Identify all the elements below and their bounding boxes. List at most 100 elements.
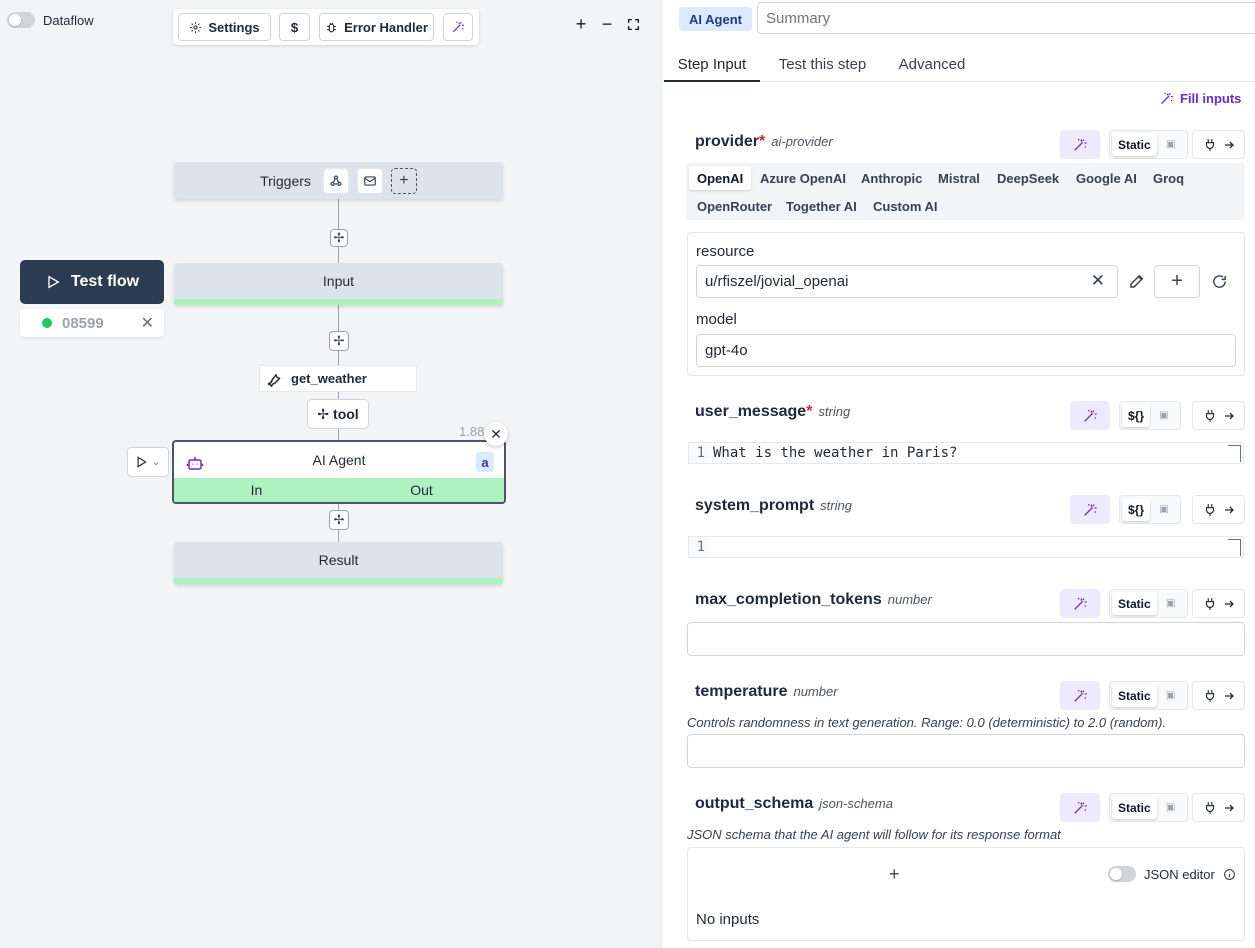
input-mode-toggle[interactable]: Static ▣ [1109, 589, 1188, 618]
tool-name: get_weather [291, 371, 367, 386]
provider-option[interactable]: OpenAI [689, 166, 752, 190]
ai-fill-button[interactable] [1060, 793, 1100, 822]
input-mode-toggle[interactable]: ${} ▣ [1119, 495, 1182, 524]
mode-javascript[interactable]: ▣ [1157, 796, 1185, 819]
field-type: string [818, 404, 851, 419]
field-type: ai-provider [771, 134, 833, 149]
resource-picker[interactable]: u/rfiszel/jovial_openai ✕ [696, 265, 1118, 298]
ai-fill-button[interactable] [1070, 495, 1110, 524]
close-icon: ✕ [490, 425, 502, 442]
mode-static[interactable]: Static [1112, 796, 1157, 819]
tab-step-input[interactable]: Step Input [664, 52, 760, 82]
input-mode-toggle[interactable]: Static ▣ [1109, 793, 1188, 822]
ai-fill-button[interactable] [1060, 681, 1100, 710]
tool-get-weather[interactable]: get_weather [259, 365, 417, 392]
insert-step-button[interactable]: ✢ [330, 229, 348, 247]
add-property-button[interactable]: + [889, 864, 900, 885]
ai-agent-node[interactable]: AI Agent a In Out [172, 440, 506, 504]
dataflow-toggle-group[interactable]: Dataflow [7, 12, 94, 28]
input-mode-toggle[interactable]: ${} ▣ [1119, 401, 1182, 430]
edit-resource-button[interactable] [1128, 272, 1146, 290]
mode-template[interactable]: ${} [1122, 404, 1151, 427]
connect-button[interactable] [1192, 681, 1245, 710]
input-mode-toggle[interactable]: Static ▣ [1109, 681, 1188, 710]
flow-canvas[interactable]: Dataflow Settings $ Error Handler + − Tr… [0, 0, 661, 948]
mode-template[interactable]: ${} [1122, 498, 1151, 521]
add-resource-button[interactable]: + [1154, 265, 1200, 298]
in-handle[interactable]: In [174, 478, 339, 502]
ai-fill-button[interactable] [1060, 589, 1100, 618]
system-prompt-editor[interactable]: 1 [688, 536, 1244, 558]
webhook-trigger-button[interactable] [322, 167, 349, 194]
tab-advanced[interactable]: Advanced [888, 52, 976, 82]
provider-option[interactable]: Custom AI [865, 194, 946, 218]
mode-javascript[interactable]: ▣ [1157, 592, 1185, 615]
bug-icon [325, 21, 338, 34]
provider-option[interactable]: Anthropic [853, 166, 930, 190]
ai-fill-button[interactable] [1070, 401, 1110, 430]
clear-icon[interactable]: ✕ [1091, 271, 1105, 291]
add-trigger-button[interactable]: + [390, 167, 417, 194]
plug-icon [1205, 409, 1214, 422]
input-mode-toggle[interactable]: Static ▣ [1109, 130, 1188, 159]
provider-option[interactable]: Google AI [1068, 166, 1145, 190]
error-handler-button[interactable]: Error Handler [319, 13, 434, 41]
max-tokens-input[interactable] [687, 622, 1245, 656]
temperature-input[interactable] [687, 734, 1245, 768]
provider-option[interactable]: DeepSeek [989, 166, 1067, 190]
provider-option[interactable]: OpenRouter [689, 194, 780, 218]
provider-option[interactable]: Together AI [778, 194, 865, 218]
connect-button[interactable] [1192, 793, 1245, 822]
test-flow-button[interactable]: Test flow [20, 260, 164, 304]
email-trigger-button[interactable] [356, 167, 383, 194]
magic-wand-icon [1074, 597, 1087, 610]
ai-assist-button[interactable] [443, 13, 473, 41]
mode-javascript[interactable]: ▣ [1150, 404, 1178, 427]
play-icon [45, 274, 61, 290]
provider-option[interactable]: Mistral [930, 166, 988, 190]
connect-button[interactable] [1192, 589, 1245, 618]
cost-button[interactable]: $ [279, 13, 310, 41]
triggers-node[interactable]: Triggers + [174, 162, 503, 199]
job-status-chip[interactable]: 08599 ✕ [20, 309, 164, 337]
add-tool-button[interactable]: ✢ tool [307, 399, 369, 429]
insert-step-button[interactable]: ✢ [329, 331, 349, 351]
provider-option[interactable]: Azure OpenAI [752, 166, 854, 190]
fit-view-button[interactable] [621, 12, 645, 36]
json-editor-toggle-group[interactable]: JSON editor [1108, 866, 1236, 882]
refresh-button[interactable] [1211, 273, 1228, 290]
run-step-button[interactable]: ⌄ [127, 447, 169, 477]
plus-icon: + [1171, 270, 1183, 292]
close-icon[interactable]: ✕ [141, 313, 154, 333]
ai-fill-button[interactable] [1060, 130, 1100, 159]
status-dot [42, 318, 52, 328]
info-icon[interactable] [1223, 868, 1236, 881]
out-handle[interactable]: Out [339, 478, 504, 502]
input-node[interactable]: Input [174, 263, 503, 305]
connect-button[interactable] [1192, 130, 1245, 159]
mode-static[interactable]: Static [1112, 684, 1157, 707]
delete-step-button[interactable]: ✕ [484, 422, 508, 446]
summary-input[interactable] [757, 2, 1255, 34]
user-message-editor[interactable]: 1 What is the weather in Paris? [688, 442, 1244, 464]
zoom-out-button[interactable]: − [595, 12, 619, 36]
dataflow-toggle[interactable] [7, 12, 35, 28]
result-node[interactable]: Result [174, 542, 503, 584]
connect-button[interactable] [1192, 401, 1245, 430]
mode-javascript[interactable]: ▣ [1157, 684, 1185, 707]
settings-button[interactable]: Settings [178, 13, 271, 41]
fill-inputs-button[interactable]: Fill inputs [1159, 91, 1241, 106]
chevron-down-icon[interactable]: ⌄ [152, 457, 160, 468]
field-name: max_completion_tokens [695, 591, 882, 608]
json-editor-toggle[interactable] [1108, 866, 1136, 882]
connect-button[interactable] [1192, 495, 1245, 524]
provider-option[interactable]: Groq [1145, 166, 1192, 190]
mode-javascript[interactable]: ▣ [1150, 498, 1178, 521]
tab-test-this-step[interactable]: Test this step [770, 52, 875, 82]
zoom-in-button[interactable]: + [569, 12, 593, 36]
mode-static[interactable]: Static [1112, 133, 1157, 156]
model-input[interactable]: gpt-4o [696, 334, 1236, 367]
mode-javascript[interactable]: ▣ [1157, 133, 1185, 156]
mode-static[interactable]: Static [1112, 592, 1157, 615]
insert-step-button[interactable]: ✢ [329, 510, 349, 530]
